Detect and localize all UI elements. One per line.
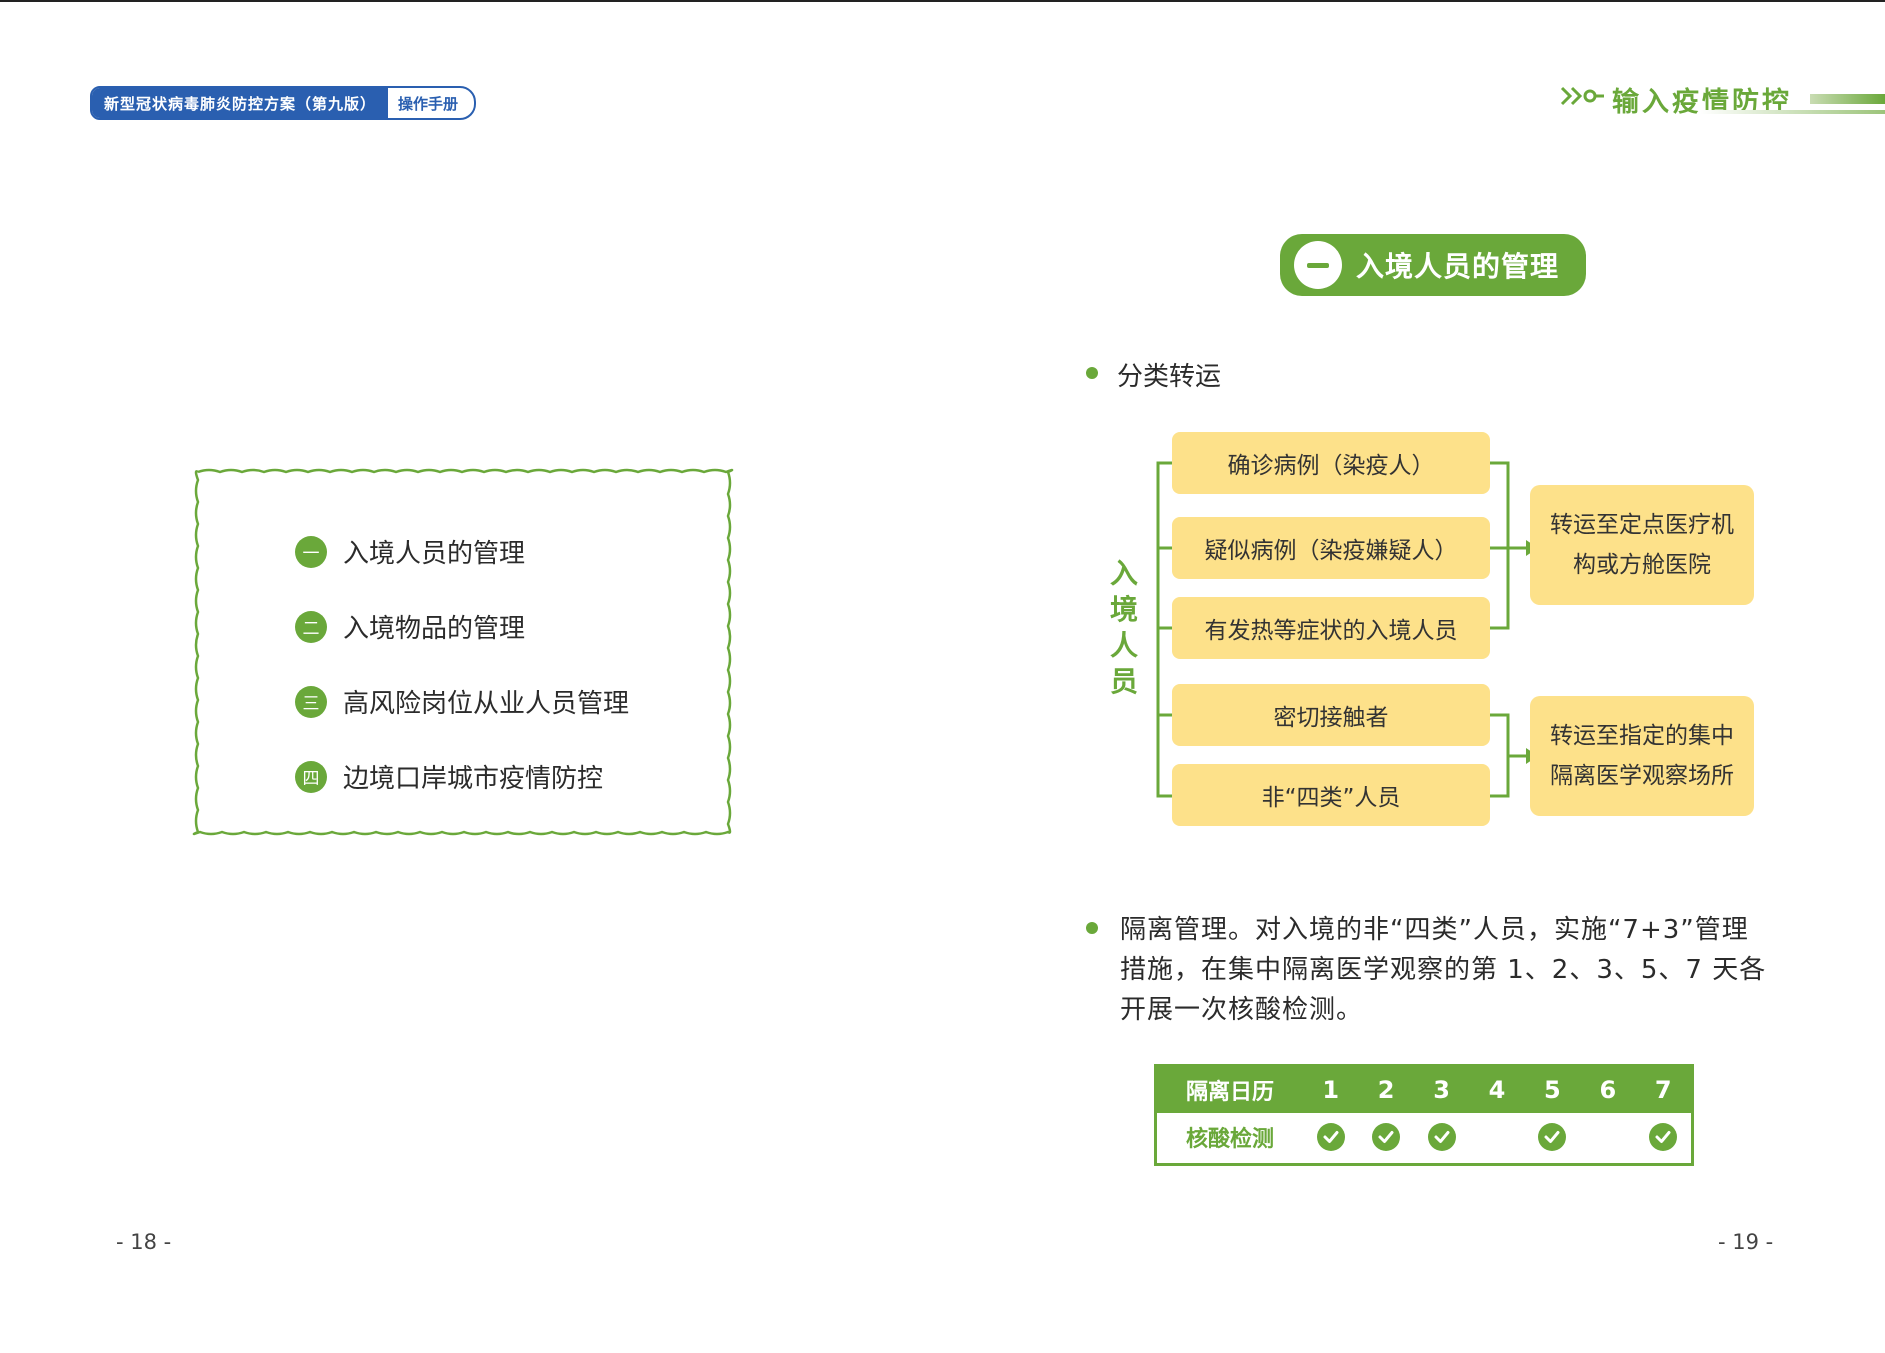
contents-item-label: 入境人员的管理 xyxy=(343,539,526,569)
bullet-dot xyxy=(1086,367,1098,379)
bullet-heading: 分类转运 xyxy=(1117,362,1222,392)
contents-number-badge: 四 xyxy=(295,760,327,793)
check-icon xyxy=(1538,1123,1567,1151)
quarantine-calendar-table: 隔离日历 1 2 3 4 5 6 7 核酸检测 xyxy=(1154,1064,1694,1166)
flow-target-box: 转运至定点医疗机构或方舱医院 xyxy=(1530,485,1754,605)
check-icon xyxy=(1316,1123,1345,1151)
contents-number-badge: 三 xyxy=(295,685,327,718)
section-number-icon xyxy=(1294,241,1342,289)
contents-item[interactable]: 一 入境人员的管理 xyxy=(295,514,629,589)
contents-list: 一 入境人员的管理 二 入境物品的管理 三 高风险岗位从业人员管理 四 边境口岸… xyxy=(295,514,629,814)
check-icon xyxy=(1649,1123,1678,1151)
calendar-row-label: 核酸检测 xyxy=(1185,1127,1274,1152)
calendar-day: 4 xyxy=(1488,1076,1506,1104)
contents-number-badge: 一 xyxy=(295,535,327,568)
contents-number-badge: 二 xyxy=(295,610,327,643)
section-title-pill: 入境人员的管理 xyxy=(1280,234,1586,296)
contents-item[interactable]: 三 高风险岗位从业人员管理 xyxy=(295,664,629,739)
page-number-left: - 18 - xyxy=(116,1230,172,1254)
check-icon xyxy=(1372,1123,1401,1151)
contents-item[interactable]: 四 边境口岸城市疫情防控 xyxy=(295,739,629,814)
contents-item[interactable]: 二 入境物品的管理 xyxy=(295,589,629,664)
calendar-test-cell xyxy=(1303,1123,1358,1151)
calendar-header-row: 隔离日历 1 2 3 4 5 6 7 xyxy=(1157,1067,1691,1113)
page-number-right: - 19 - xyxy=(1718,1230,1774,1254)
flow-source-box: 非“四类”人员 xyxy=(1172,764,1490,826)
calendar-header-label: 隔离日历 xyxy=(1185,1080,1274,1105)
top-rule xyxy=(0,0,1885,2)
calendar-day: 2 xyxy=(1377,1076,1395,1104)
book-subtitle: 操作手册 xyxy=(398,94,459,113)
calendar-test-cell xyxy=(1636,1123,1691,1151)
book-title-badge: 新型冠状病毒肺炎防控方案（第九版） 操作手册 xyxy=(90,86,476,120)
calendar-day: 6 xyxy=(1599,1076,1617,1104)
flow-source-box: 有发热等症状的入境人员 xyxy=(1172,597,1490,659)
calendar-test-cell xyxy=(1525,1123,1580,1151)
calendar-day: 7 xyxy=(1654,1076,1672,1104)
quarantine-paragraph: 隔离管理。对入境的非“四类”人员，实施“7+3”管理措施，在集中隔离医学观察的第… xyxy=(1120,915,1767,1025)
contents-item-label: 高风险岗位从业人员管理 xyxy=(343,689,630,719)
chapter-title-underline xyxy=(1700,110,1885,114)
flow-target-box: 转运至指定的集中隔离医学观察场所 xyxy=(1530,696,1754,816)
contents-item-label: 边境口岸城市疫情防控 xyxy=(343,764,604,794)
section-title: 入境人员的管理 xyxy=(1356,250,1560,283)
calendar-test-row: 核酸检测 xyxy=(1157,1113,1691,1161)
calendar-day: 5 xyxy=(1544,1076,1561,1104)
contents-item-label: 入境物品的管理 xyxy=(343,614,526,644)
check-icon xyxy=(1427,1123,1456,1151)
calendar-day: 3 xyxy=(1433,1076,1450,1104)
calendar-day: 1 xyxy=(1322,1076,1340,1104)
bullet-dot xyxy=(1086,922,1098,934)
book-title: 新型冠状病毒肺炎防控方案（第九版） xyxy=(92,88,389,118)
flow-source-box: 密切接触者 xyxy=(1172,684,1490,746)
flow-source-label: 入 境 人 员 xyxy=(1109,557,1138,698)
flow-source-box: 疑似病例（染疫嫌疑人） xyxy=(1172,517,1490,579)
decorative-arrows-icon xyxy=(1560,86,1604,106)
flow-source-box: 确诊病例（染疫人） xyxy=(1172,432,1490,494)
calendar-test-cell xyxy=(1414,1123,1469,1151)
chapter-title-bar xyxy=(1810,94,1885,104)
calendar-test-cell xyxy=(1358,1123,1413,1151)
